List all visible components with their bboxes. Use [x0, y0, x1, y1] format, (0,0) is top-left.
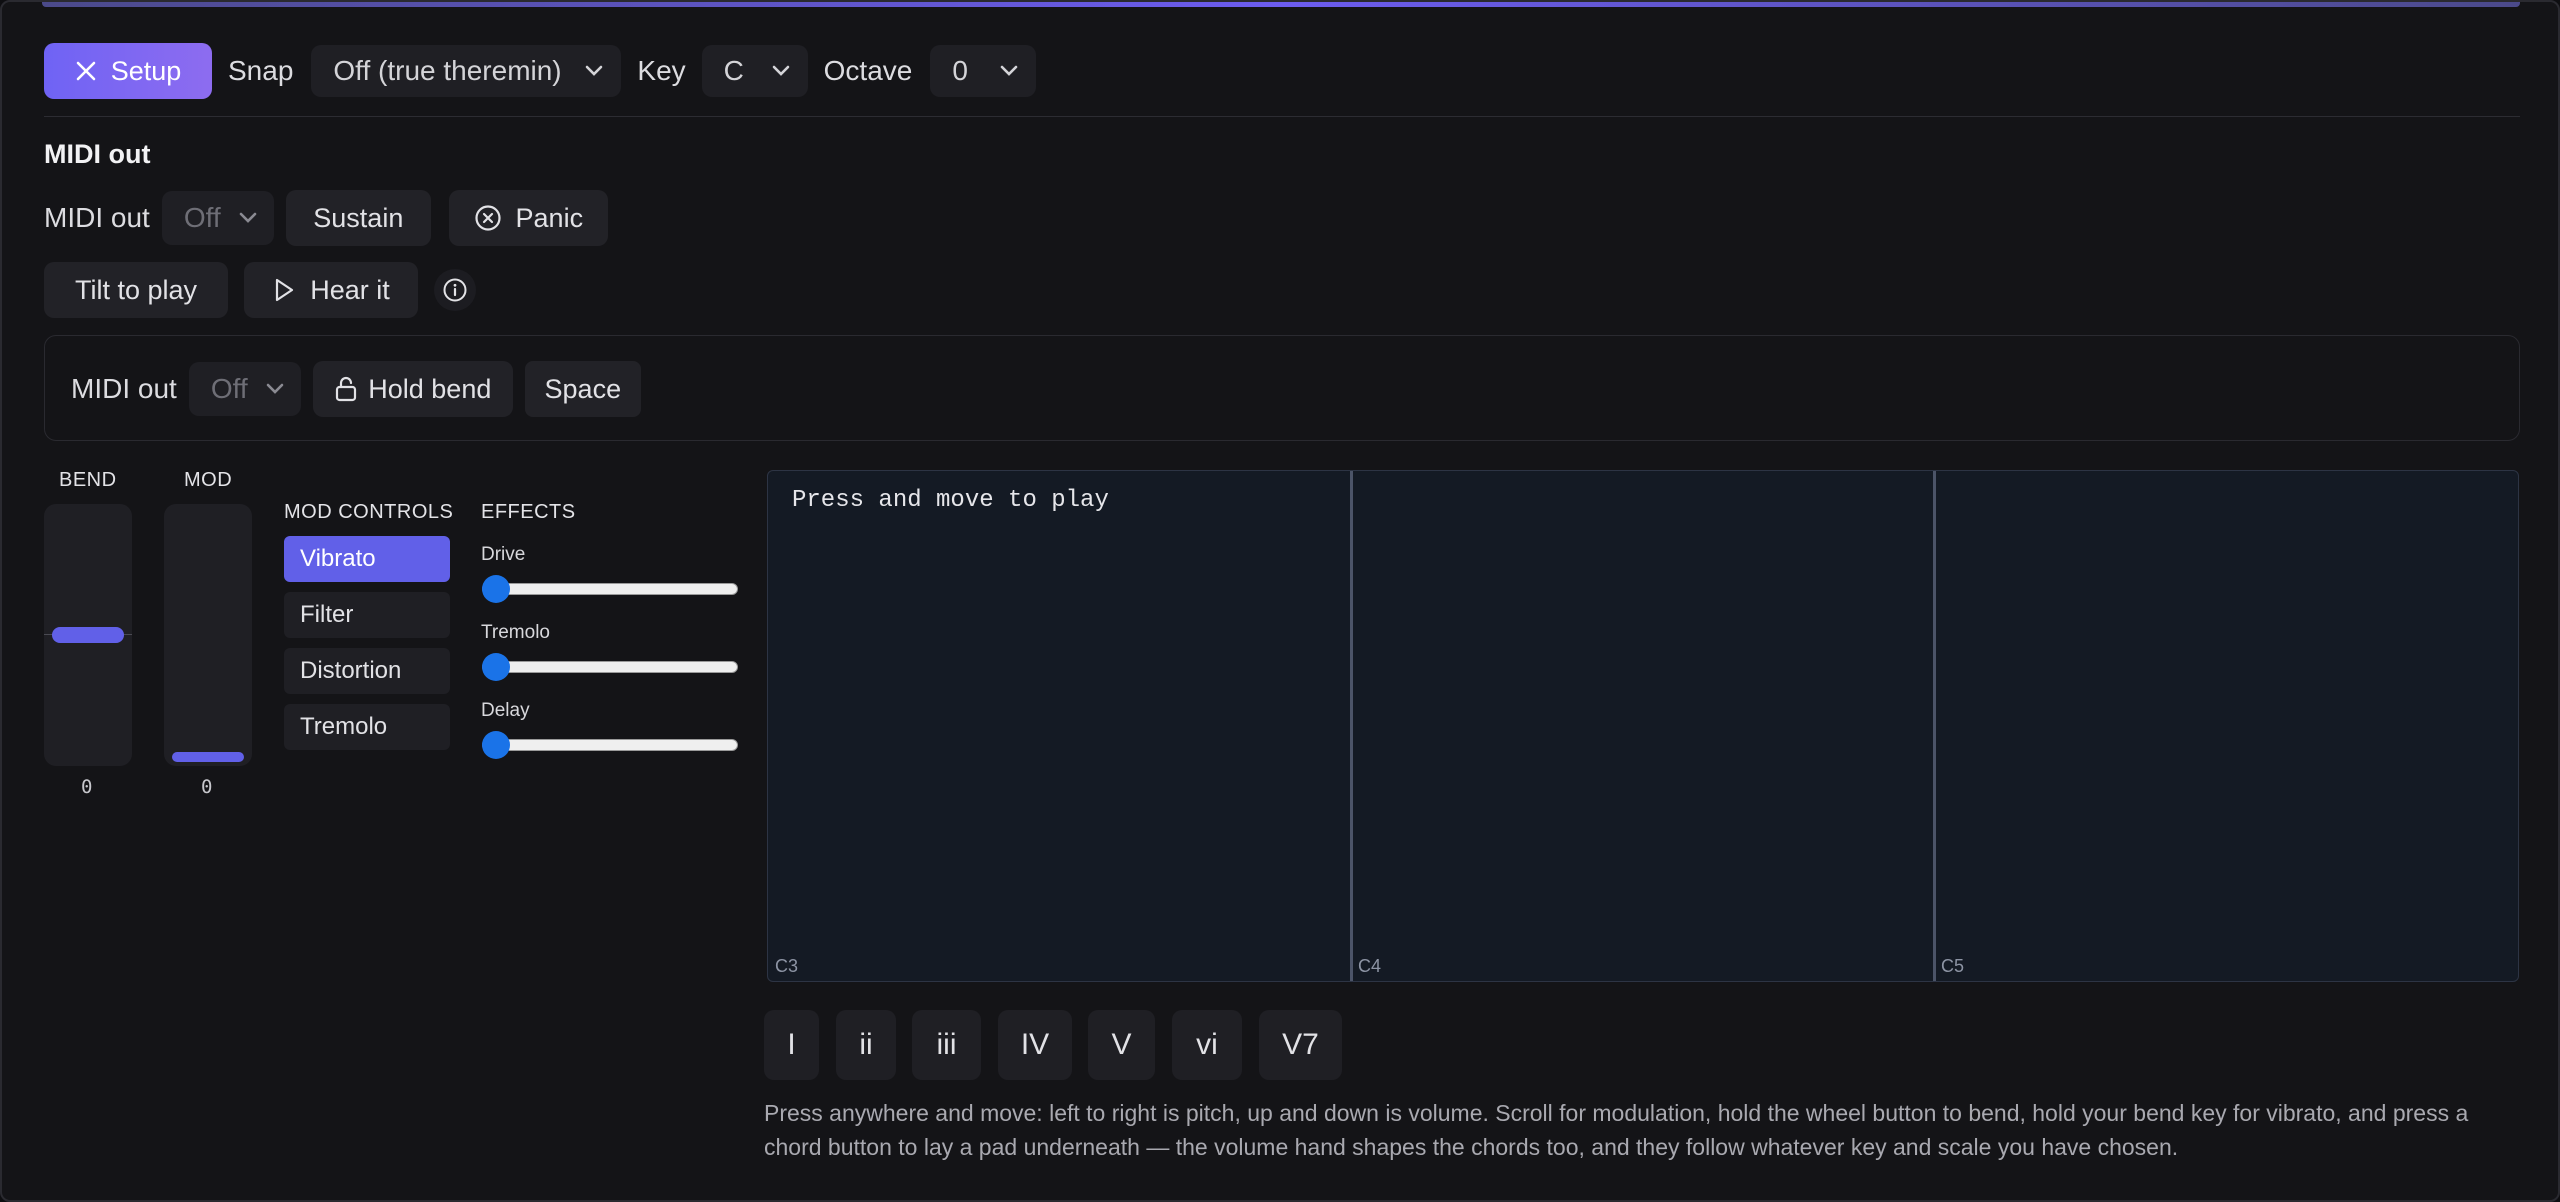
zone-divider: [1933, 471, 1936, 981]
slider-thumb[interactable]: [482, 575, 510, 603]
bend-value: 0: [81, 776, 93, 798]
app-window: Setup Snap Off (true theremin) Key C Oct…: [0, 0, 2560, 1202]
mod-control-tremolo[interactable]: Tremolo: [284, 704, 450, 750]
panel-row: MIDI out Off Hold bend Space: [71, 361, 641, 417]
delay-slider[interactable]: [482, 731, 738, 759]
mod-wheel[interactable]: [164, 504, 252, 766]
panel-midi-out-select[interactable]: Off: [188, 362, 301, 416]
slider-thumb[interactable]: [482, 653, 510, 681]
chevron-down-icon: [239, 212, 257, 224]
octave-select[interactable]: 0: [930, 45, 1037, 97]
pad-hint: Press and move to play: [792, 487, 1109, 514]
hold-bend-button[interactable]: Hold bend: [312, 361, 513, 417]
mod-controls-title: MOD CONTROLS: [284, 501, 454, 523]
setup-label: Setup: [110, 55, 182, 86]
tilt-row: Tilt to play Hear it: [44, 262, 476, 318]
top-accent-bar: [42, 2, 2520, 7]
zone-label-c5: C5: [1941, 956, 1965, 976]
chevron-down-icon: [585, 65, 603, 77]
chord-button-iii[interactable]: iii: [912, 1010, 981, 1080]
midi-out-row: MIDI out Off Sustain Panic: [44, 190, 608, 246]
panel-midi-out-value: Off: [210, 373, 248, 404]
space-key-button[interactable]: Space: [524, 361, 641, 417]
toolbar-divider: [44, 116, 2520, 117]
snap-select[interactable]: Off (true theremin): [311, 45, 622, 97]
panic-label: Panic: [515, 202, 584, 233]
effects-title: EFFECTS: [481, 501, 576, 523]
key-value: C: [723, 55, 744, 86]
delay-label: Delay: [481, 700, 530, 721]
mod-control-vibrato[interactable]: Vibrato: [284, 536, 450, 582]
key-label: Key: [637, 55, 686, 86]
hold-bend-label: Hold bend: [368, 373, 492, 404]
chord-button-V7[interactable]: V7: [1259, 1010, 1342, 1080]
sustain-button[interactable]: Sustain: [285, 190, 431, 246]
chevron-down-icon: [772, 65, 790, 77]
drive-slider[interactable]: [482, 575, 738, 603]
panic-button[interactable]: Panic: [448, 190, 608, 246]
mod-label: MOD: [184, 469, 233, 491]
mod-control-filter[interactable]: Filter: [284, 592, 450, 638]
bend-handle[interactable]: [52, 627, 124, 643]
hear-it-button[interactable]: Hear it: [244, 262, 418, 318]
zone-label-c3: C3: [775, 956, 799, 976]
setup-button[interactable]: Setup: [44, 43, 212, 99]
panel-midi-out-label: MIDI out: [71, 373, 177, 404]
zone-label-c4: C4: [1358, 956, 1382, 976]
tilt-label: Tilt to play: [74, 274, 198, 305]
sustain-label: Sustain: [313, 202, 404, 233]
midi-out-label: MIDI out: [44, 202, 150, 233]
tilt-to-play-button[interactable]: Tilt to play: [44, 262, 228, 318]
play-icon: [272, 277, 296, 303]
mod-control-distortion[interactable]: Distortion: [284, 648, 450, 694]
chord-button-ii[interactable]: ii: [836, 1010, 896, 1080]
octave-label: Octave: [823, 55, 913, 86]
play-pad[interactable]: Press and move to play C3 C4 C5: [767, 470, 2519, 982]
zone-divider: [1350, 471, 1353, 981]
chord-button-I[interactable]: I: [764, 1010, 819, 1080]
slider-thumb[interactable]: [482, 731, 510, 759]
slider-track: [482, 661, 738, 673]
octave-value: 0: [952, 55, 968, 86]
mod-handle[interactable]: [172, 752, 244, 762]
midi-bend-panel: MIDI out Off Hold bend Space: [44, 335, 2520, 441]
drive-label: Drive: [481, 544, 526, 565]
unlock-icon: [334, 376, 358, 402]
toolbar: Setup Snap Off (true theremin) Key C Oct…: [44, 43, 1037, 99]
instructions-text: Press anywhere and move: left to right i…: [764, 1100, 2469, 1160]
hear-it-label: Hear it: [310, 274, 390, 305]
bend-label: BEND: [59, 469, 117, 491]
chevron-down-icon: [1000, 65, 1018, 77]
tremolo-label: Tremolo: [481, 622, 550, 643]
info-icon: [442, 277, 468, 303]
key-select[interactable]: C: [701, 45, 808, 97]
midi-out-select[interactable]: Off: [161, 191, 274, 245]
info-button[interactable]: [434, 269, 476, 311]
chord-button-vi[interactable]: vi: [1172, 1010, 1242, 1080]
space-label: Space: [544, 373, 622, 404]
tremolo-slider[interactable]: [482, 653, 738, 681]
snap-label: Snap: [228, 55, 294, 86]
midi-out-value: Off: [183, 202, 221, 233]
chord-button-IV[interactable]: IV: [998, 1010, 1072, 1080]
circle-x-icon: [474, 204, 502, 232]
section-title-midi-out: MIDI out: [44, 139, 151, 169]
chord-button-V[interactable]: V: [1088, 1010, 1155, 1080]
slider-track: [482, 739, 738, 751]
snap-value: Off (true theremin): [333, 55, 562, 86]
bend-wheel[interactable]: [44, 504, 132, 766]
close-icon: [75, 60, 97, 82]
chevron-down-icon: [266, 383, 284, 395]
slider-track: [482, 583, 738, 595]
mod-value: 0: [201, 776, 213, 798]
